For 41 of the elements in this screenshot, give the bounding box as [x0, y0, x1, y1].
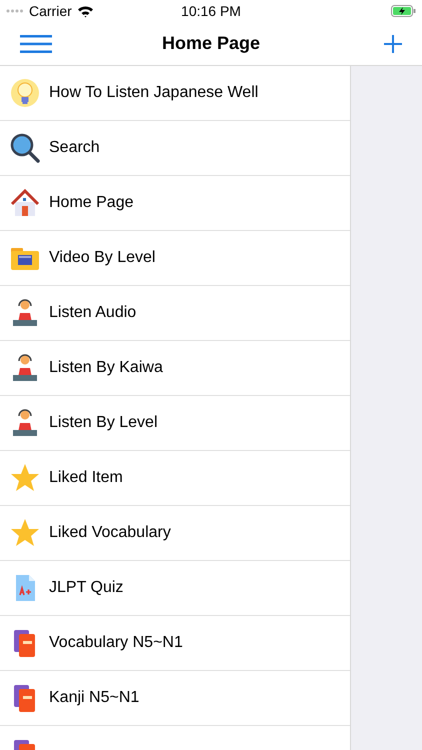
menu-item-label: How To Listen Japanese Well	[49, 83, 258, 103]
house-icon	[10, 188, 40, 218]
menu-item-label: Kanji N5~N1	[49, 688, 140, 708]
signal-icon	[6, 9, 24, 13]
star-icon	[10, 518, 40, 548]
person-headphones-icon	[10, 408, 40, 438]
menu-item-label: Vocabulary N5~N1	[49, 633, 183, 653]
menu-item-label: JLPT Quiz	[49, 578, 124, 598]
menu-item[interactable]: Liked Vocabulary	[0, 506, 350, 561]
menu-item[interactable]: Listen By Level	[0, 396, 350, 451]
menu-item[interactable]: Home Page	[0, 176, 350, 231]
wifi-icon	[76, 4, 94, 18]
menu-item-label: Listen Audio	[49, 303, 136, 323]
plus-icon	[384, 34, 402, 52]
light-bulb-icon	[10, 78, 40, 108]
menu-button[interactable]	[20, 34, 52, 54]
person-headphones-icon	[10, 353, 40, 383]
star-icon	[10, 463, 40, 493]
menu-item[interactable]: Listen By Kaiwa	[0, 341, 350, 396]
menu-item-label: Listen By Level	[49, 413, 158, 433]
status-time: 10:16 PM	[181, 2, 241, 20]
menu-icon	[20, 34, 52, 52]
person-headphones-icon	[10, 298, 40, 328]
menu-item[interactable]: Video By Level	[0, 231, 350, 286]
menu-item-label: Listen By Kaiwa	[49, 358, 163, 378]
search-icon	[10, 133, 40, 163]
menu-item-label: Home Page	[49, 193, 134, 213]
menu-item[interactable]: Vocabulary N5~N1	[0, 616, 350, 671]
menu-item[interactable]: Liked Item	[0, 451, 350, 506]
menu-item[interactable]: JLPT Quiz	[0, 561, 350, 616]
menu-item-label: Liked Vocabulary	[49, 523, 171, 543]
menu-item[interactable]: Listen Audio	[0, 286, 350, 341]
menu-item[interactable]: Kanji N5~N1	[0, 671, 350, 726]
menu-item[interactable]: Search	[0, 121, 350, 176]
menu-item-label: Liked Item	[49, 468, 123, 488]
menu-item-label: Search	[49, 138, 100, 158]
page-title: Home Page	[162, 32, 260, 55]
menu-item-label: Video By Level	[49, 248, 156, 268]
menu-item[interactable]: How To Listen Japanese Well	[0, 66, 350, 121]
battery-icon	[391, 5, 416, 17]
carrier-name: Carrier	[29, 2, 72, 20]
